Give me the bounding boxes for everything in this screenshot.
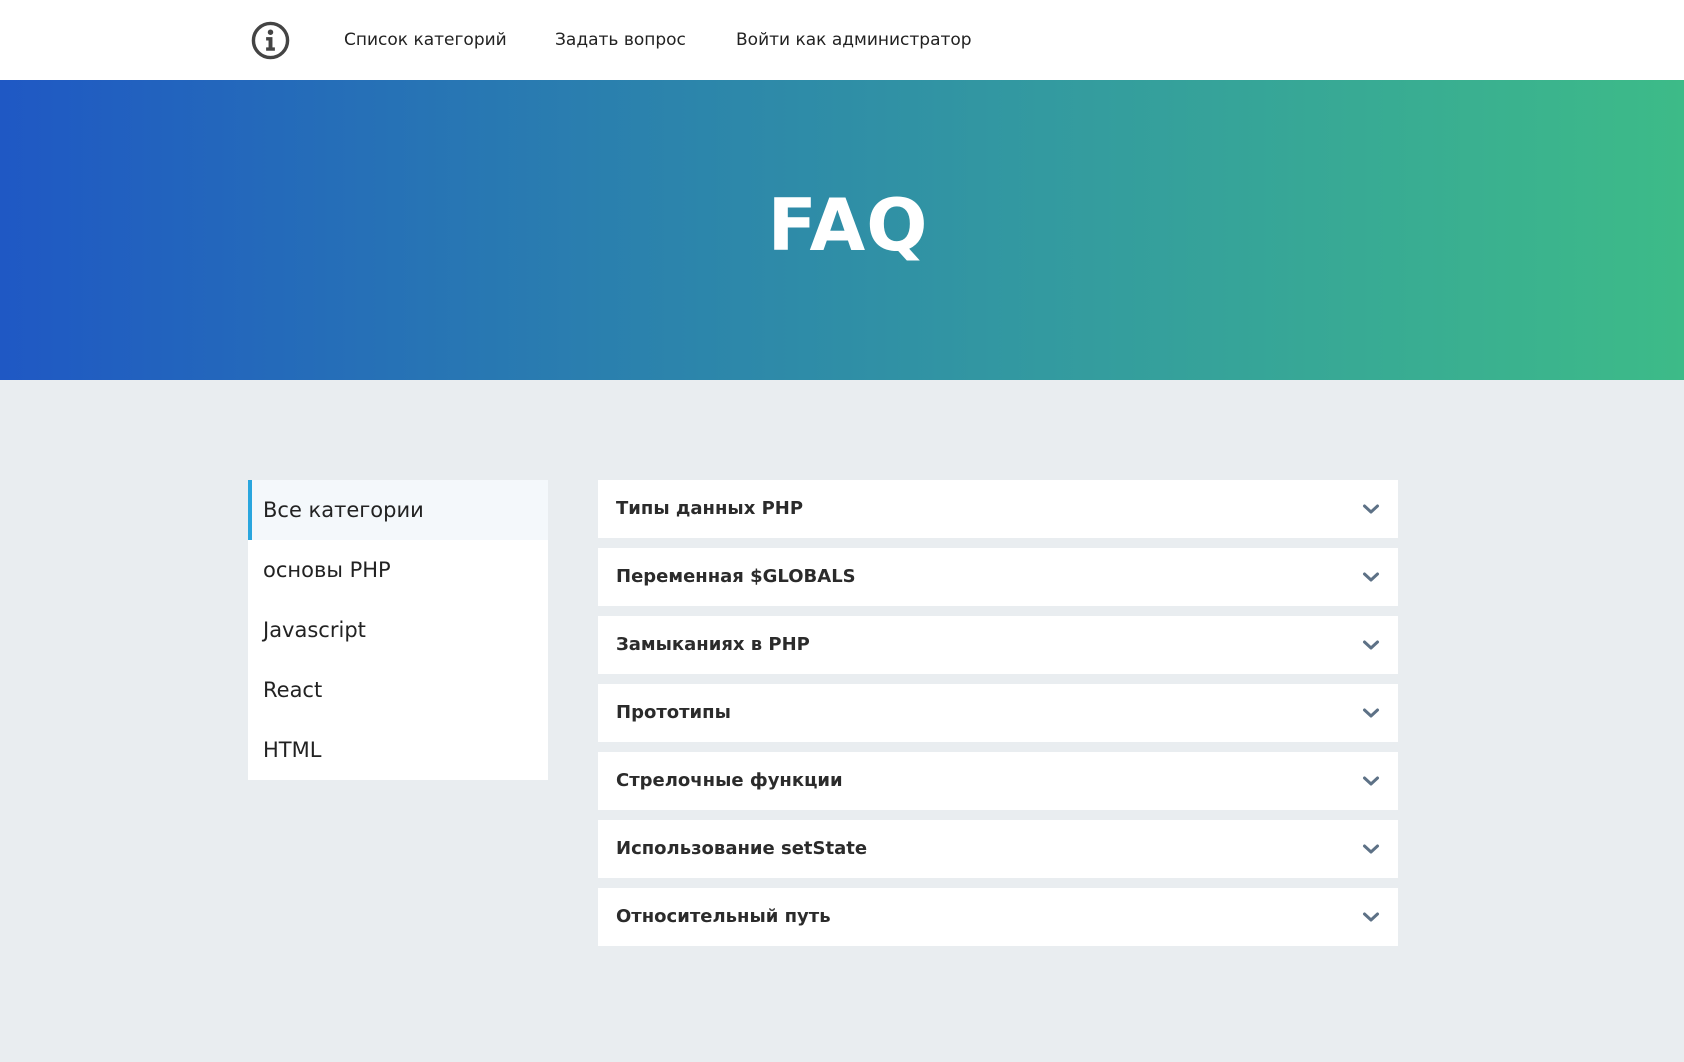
faq-question: Прототипы xyxy=(616,702,731,723)
faq-question: Типы данных PHP xyxy=(616,498,804,519)
category-item-all[interactable]: Все категории xyxy=(248,480,548,540)
faq-item[interactable]: Относительный путь xyxy=(598,888,1398,946)
faq-item[interactable]: Типы данных PHP xyxy=(598,480,1398,538)
page-title: FAQ xyxy=(767,183,929,267)
chevron-down-icon[interactable] xyxy=(1362,840,1380,858)
chevron-down-icon[interactable] xyxy=(1362,500,1380,518)
category-item-react[interactable]: React xyxy=(248,660,548,720)
chevron-down-icon[interactable] xyxy=(1362,704,1380,722)
nav-link-admin-login[interactable]: Войти как администратор xyxy=(736,28,972,52)
faq-list: Типы данных PHP Переменная $GLOBALS Замы… xyxy=(598,480,1398,956)
faq-item[interactable]: Переменная $GLOBALS xyxy=(598,548,1398,606)
category-sidebar: Все категории основы PHP Javascript Reac… xyxy=(248,480,548,780)
category-item-php-basics[interactable]: основы PHP xyxy=(248,540,548,600)
faq-question: Использование setState xyxy=(616,838,868,859)
info-circle-icon[interactable] xyxy=(251,21,290,60)
faq-question: Относительный путь xyxy=(616,906,831,927)
faq-item[interactable]: Использование setState xyxy=(598,820,1398,878)
nav-link-ask-question[interactable]: Задать вопрос xyxy=(555,28,686,52)
chevron-down-icon[interactable] xyxy=(1362,908,1380,926)
faq-question: Переменная $GLOBALS xyxy=(616,566,856,587)
faq-item[interactable]: Замыканиях в PHP xyxy=(598,616,1398,674)
faq-item[interactable]: Прототипы xyxy=(598,684,1398,742)
nav-link-categories-list[interactable]: Список категорий xyxy=(344,28,507,52)
chevron-down-icon[interactable] xyxy=(1362,636,1380,654)
chevron-down-icon[interactable] xyxy=(1362,568,1380,586)
faq-question: Замыканиях в PHP xyxy=(616,634,810,655)
faq-question: Стрелочные функции xyxy=(616,770,843,791)
faq-item[interactable]: Стрелочные функции xyxy=(598,752,1398,810)
chevron-down-icon[interactable] xyxy=(1362,772,1380,790)
category-item-html[interactable]: HTML xyxy=(248,720,548,780)
hero-banner: FAQ xyxy=(0,80,1684,380)
category-item-javascript[interactable]: Javascript xyxy=(248,600,548,660)
top-navigation-bar: Список категорий Задать вопрос Войти как… xyxy=(0,0,1684,80)
